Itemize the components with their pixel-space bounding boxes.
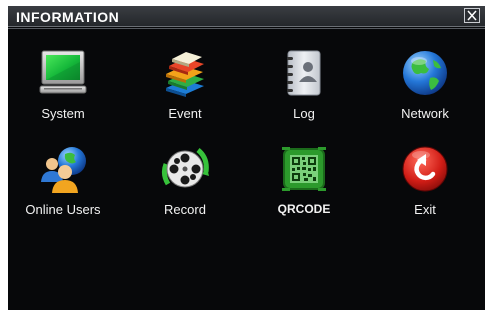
qrcode-icon [279, 144, 329, 194]
network-label: Network [401, 106, 449, 121]
book-stack-icon [160, 48, 210, 98]
menu-item-record[interactable]: Record [130, 144, 240, 234]
film-reel-icon [160, 144, 210, 194]
system-label: System [41, 106, 85, 121]
monitor-icon [38, 48, 88, 98]
exit-label: Exit [414, 202, 436, 217]
exit-icon [400, 144, 450, 194]
menu-grid: System Event Log Network Online Users Re… [8, 6, 485, 310]
menu-item-event[interactable]: Event [130, 48, 240, 138]
event-label: Event [168, 106, 202, 121]
menu-item-exit[interactable]: Exit [370, 144, 480, 234]
menu-item-log[interactable]: Log [249, 48, 359, 138]
menu-item-network[interactable]: Network [370, 48, 480, 138]
online-users-label: Online Users [25, 202, 101, 217]
users-globe-icon [38, 144, 88, 194]
record-label: Record [164, 202, 206, 217]
qrcode-label: QRCODE [277, 202, 331, 216]
menu-item-online-users[interactable]: Online Users [8, 144, 118, 234]
log-label: Log [293, 106, 315, 121]
menu-item-qrcode[interactable]: QRCODE [249, 144, 359, 234]
information-dialog: INFORMATION System Event Log Network Onl… [8, 6, 485, 310]
menu-item-system[interactable]: System [8, 48, 118, 138]
address-book-icon [279, 48, 329, 98]
globe-icon [400, 48, 450, 98]
